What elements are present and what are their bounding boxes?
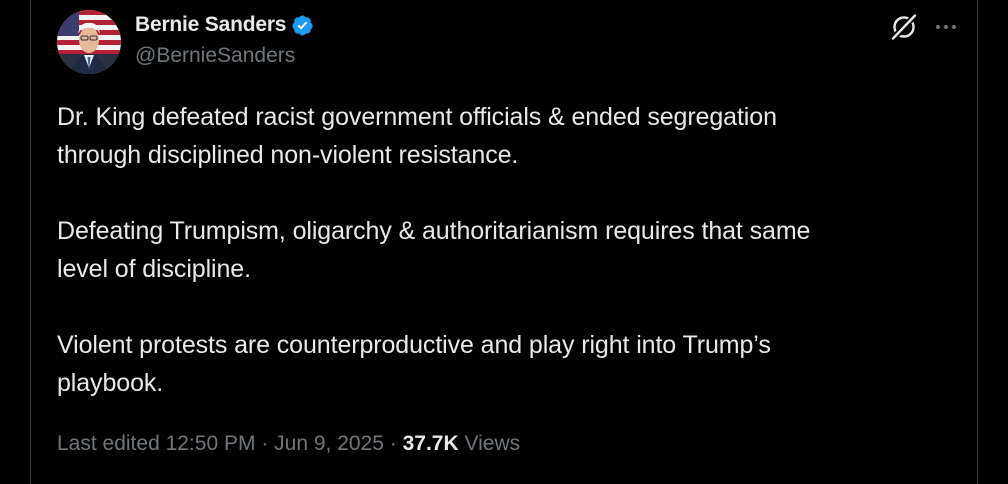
grok-icon[interactable] bbox=[889, 12, 919, 42]
tweet-line: Defeating Trumpism, oligarchy & authorit… bbox=[57, 217, 811, 245]
tweet-meta: Last edited 12:50 PM · Jun 9, 2025 · 37.… bbox=[57, 432, 520, 456]
meta-separator: · bbox=[261, 432, 269, 455]
meta-separator: · bbox=[389, 432, 397, 455]
author-handle[interactable]: @BernieSanders bbox=[135, 44, 314, 68]
tweet-paragraph: Defeating Trumpism, oligarchy & authorit… bbox=[57, 212, 957, 288]
tweet-line: Dr. King defeated racist government offi… bbox=[57, 103, 777, 131]
tweet-date[interactable]: Jun 9, 2025 bbox=[274, 432, 384, 455]
edited-timestamp[interactable]: Last edited 12:50 PM bbox=[57, 432, 255, 455]
views-label: Views bbox=[464, 432, 521, 455]
tweet-line: level of discipline. bbox=[57, 255, 251, 283]
tweet-line: playbook. bbox=[57, 369, 164, 397]
more-options-icon[interactable] bbox=[931, 12, 961, 42]
verified-badge-icon[interactable] bbox=[291, 14, 314, 37]
tweet-article[interactable]: Bernie Sanders @BernieSanders Dr. King d… bbox=[30, 0, 978, 484]
avatar[interactable] bbox=[57, 10, 121, 74]
tweet-paragraph: Violent protests are counterproductive a… bbox=[57, 326, 957, 402]
views-count[interactable]: 37.7K bbox=[403, 432, 459, 455]
author-display-name[interactable]: Bernie Sanders bbox=[135, 13, 286, 37]
tweet-line: Violent protests are counterproductive a… bbox=[57, 331, 771, 359]
avatar-image bbox=[57, 10, 121, 74]
tweet-text: Dr. King defeated racist government offi… bbox=[57, 98, 957, 402]
tweet-line: through disciplined non-violent resistan… bbox=[57, 141, 519, 169]
tweet-paragraph: Dr. King defeated racist government offi… bbox=[57, 98, 957, 174]
